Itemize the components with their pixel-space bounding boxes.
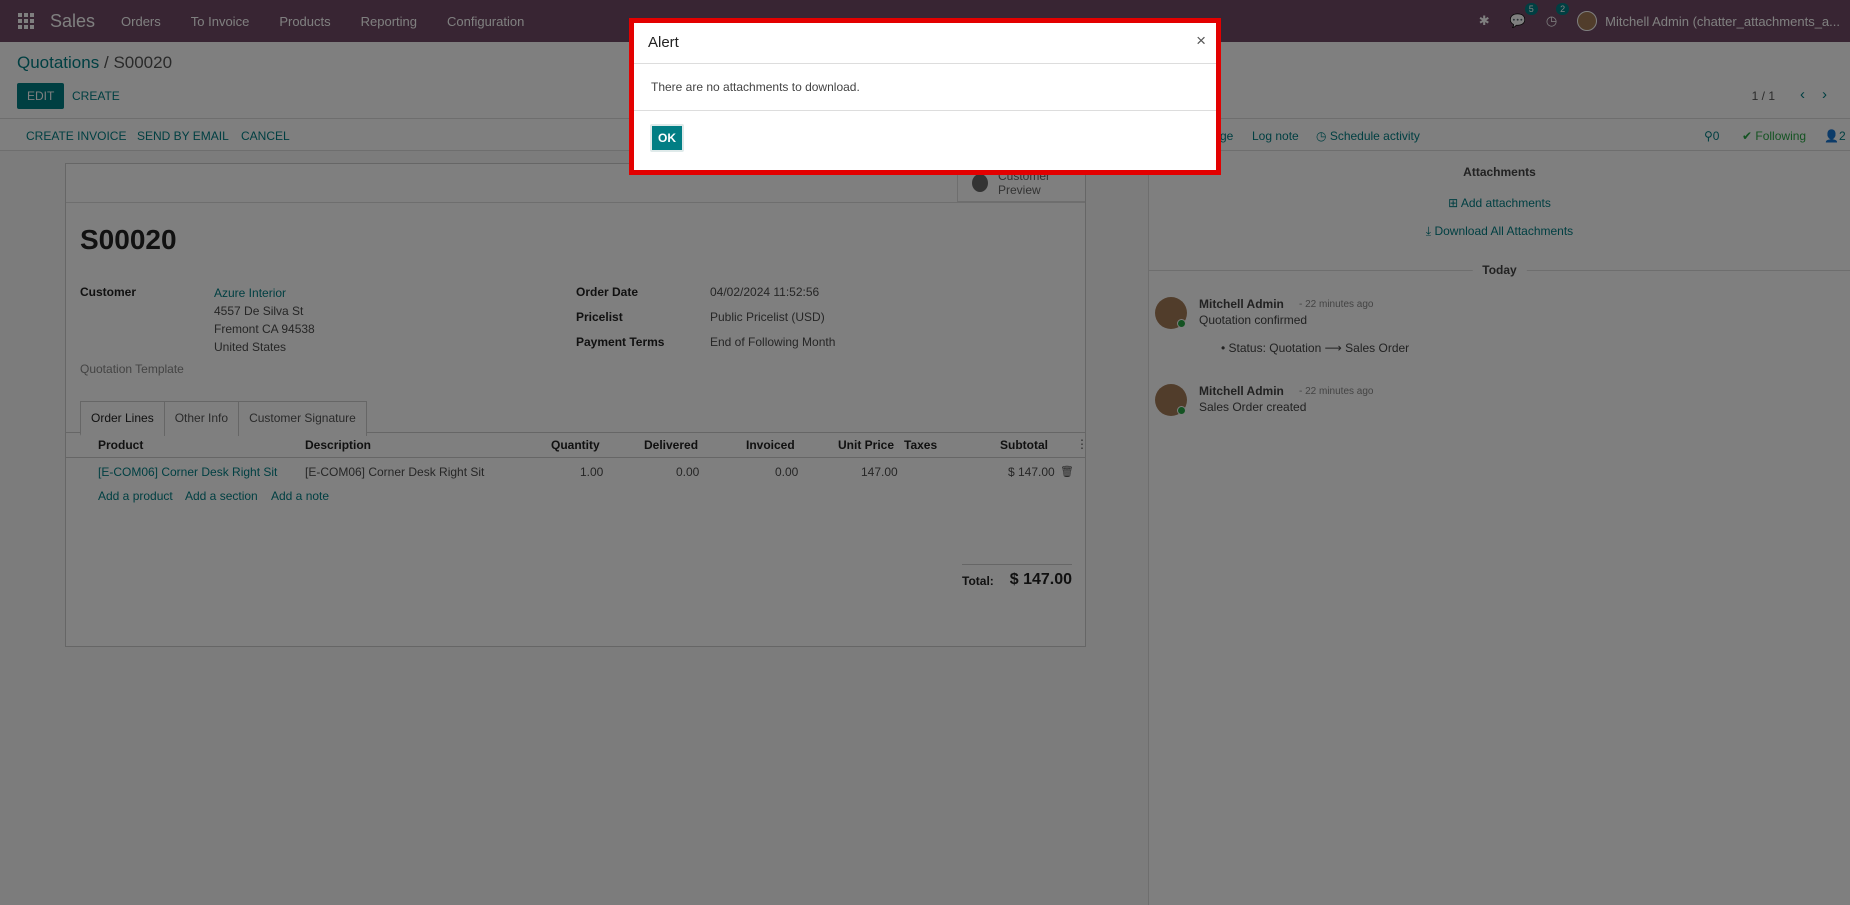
divider [634, 63, 1216, 64]
dialog-title: Alert [648, 34, 679, 51]
close-icon[interactable]: × [1196, 31, 1206, 51]
dialog-message: There are no attachments to download. [651, 80, 860, 94]
divider [634, 110, 1216, 111]
alert-dialog: Alert × There are no attachments to down… [629, 18, 1221, 175]
ok-button[interactable]: OK [650, 124, 684, 152]
